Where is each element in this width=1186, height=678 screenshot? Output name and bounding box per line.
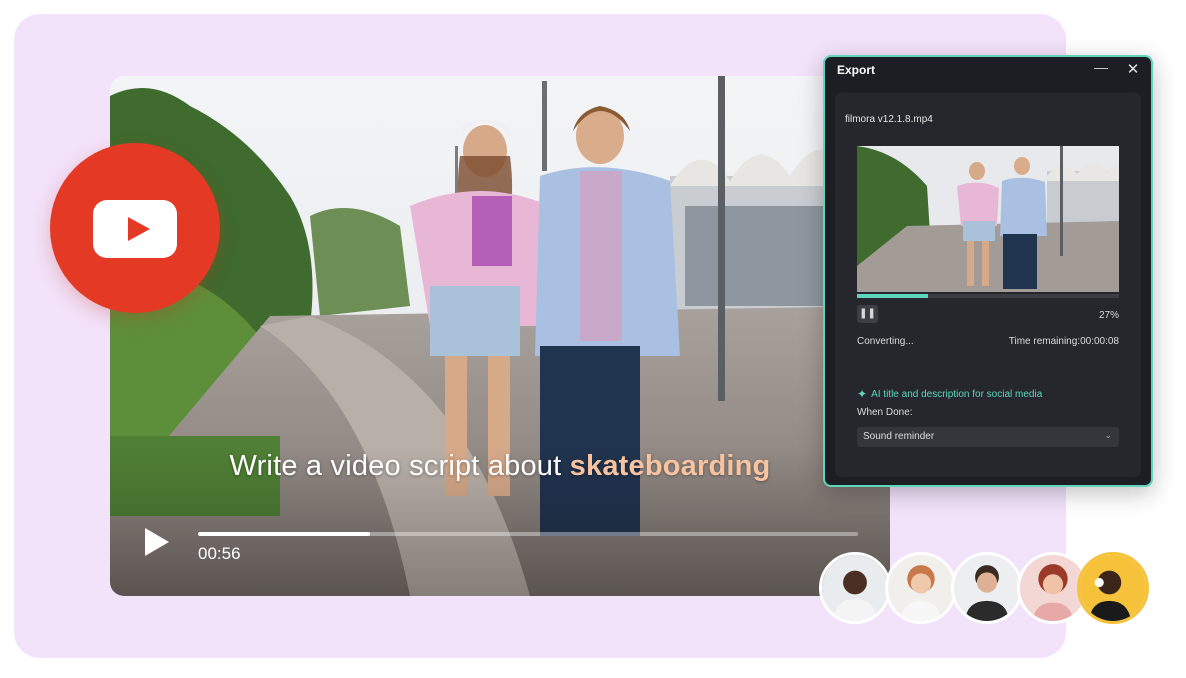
ai-title-description-link[interactable]: ✦ AI title and description for social med… [857, 387, 1042, 401]
when-done-value: Sound reminder [863, 431, 935, 442]
video-elapsed-time: 00:56 [198, 544, 241, 563]
video-player[interactable]: Write a video script about skateboarding… [110, 76, 890, 596]
promo-stage: Write a video script about skateboarding… [0, 0, 1186, 678]
export-dialog-title: Export [837, 63, 876, 77]
chevron-down-icon: ⌄ [1104, 430, 1112, 440]
pause-icon[interactable]: ❚❚ [857, 305, 878, 323]
export-progress-percent: 27% [1098, 310, 1119, 321]
avatar-5[interactable] [1077, 552, 1149, 624]
play-icon[interactable] [142, 526, 172, 558]
video-timeline-fill [198, 532, 370, 536]
avatar-2[interactable] [885, 552, 957, 624]
close-icon[interactable]: ✕ [1124, 60, 1142, 78]
ai-link-label: AI title and description for social medi… [871, 389, 1043, 400]
ai-sparkle-icon: ✦ [857, 387, 868, 401]
export-time-remaining: Time remaining:00:00:08 [1008, 336, 1119, 347]
when-done-label: When Done: [857, 407, 913, 418]
caption-prefix: Write a video script about [229, 450, 570, 482]
avatar-3[interactable] [951, 552, 1023, 624]
export-progress-fill [857, 294, 928, 298]
export-filename: filmora v12.1.8.mp4 [845, 114, 933, 125]
export-progress-bar [857, 294, 1119, 298]
export-preview-thumbnail [857, 146, 1119, 292]
minimize-icon[interactable]: — [1092, 59, 1110, 77]
avatar-1[interactable] [819, 552, 891, 624]
youtube-icon[interactable] [50, 143, 220, 313]
when-done-select[interactable]: Sound reminder ⌄ [857, 427, 1119, 447]
caption-highlight: skateboarding [569, 450, 771, 482]
export-status: Converting... [857, 336, 914, 347]
export-dialog: Export — ✕ filmora v12.1.8.mp4 ❚❚ 27% Co… [823, 55, 1153, 487]
video-caption: Write a video script about skateboarding [110, 450, 890, 483]
youtube-play-icon [128, 217, 150, 241]
video-timeline[interactable] [198, 532, 858, 536]
